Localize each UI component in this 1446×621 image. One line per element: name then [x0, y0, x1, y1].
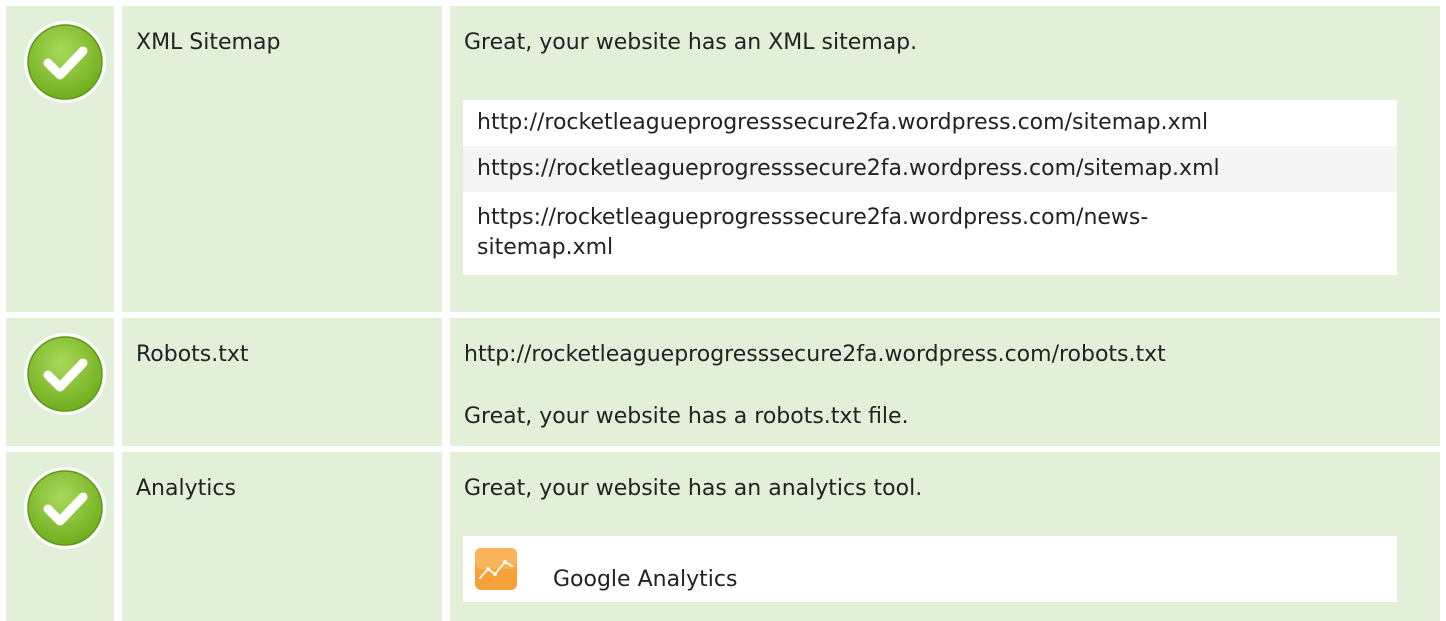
check-circle-icon	[24, 333, 106, 415]
analytics-tool-name: Google Analytics	[553, 567, 738, 592]
sitemap-url-list: http://rocketleagueprogresssecure2fa.wor…	[463, 100, 1397, 275]
check-circle-icon	[24, 21, 106, 103]
analytics-tool-item: Google Analytics	[463, 536, 1397, 602]
row-label: Robots.txt	[136, 342, 249, 367]
seo-report-table: XML Sitemap Great, your website has an X…	[0, 0, 1446, 621]
status-message: Great, your website has an XML sitemap.	[464, 30, 918, 55]
sitemap-url-link[interactable]: https://rocketleagueprogresssecure2fa.wo…	[463, 192, 1397, 275]
row-label: XML Sitemap	[136, 30, 281, 55]
status-cell	[6, 318, 114, 446]
row-label: Analytics	[136, 476, 236, 501]
report-row-xml-sitemap: XML Sitemap Great, your website has an X…	[0, 6, 1446, 312]
status-cell	[6, 6, 114, 312]
label-cell: XML Sitemap	[122, 6, 442, 312]
status-cell	[6, 452, 114, 621]
report-row-analytics: Analytics Great, your website has an ana…	[0, 452, 1446, 621]
robots-txt-url-link[interactable]: http://rocketleagueprogresssecure2fa.wor…	[464, 340, 1166, 370]
status-message: Great, your website has an analytics too…	[464, 476, 923, 501]
label-cell: Analytics	[122, 452, 442, 621]
report-row-robots-txt: Robots.txt http://rocketleagueprogressse…	[0, 318, 1446, 446]
content-cell: Great, your website has an XML sitemap. …	[450, 6, 1440, 312]
sitemap-url-link[interactable]: http://rocketleagueprogresssecure2fa.wor…	[463, 100, 1397, 146]
content-cell: Great, your website has an analytics too…	[450, 452, 1440, 621]
check-circle-icon	[24, 467, 106, 549]
label-cell: Robots.txt	[122, 318, 442, 446]
sitemap-url-link[interactable]: https://rocketleagueprogresssecure2fa.wo…	[463, 146, 1397, 192]
status-message: Great, your website has a robots.txt fil…	[464, 404, 909, 429]
content-cell: http://rocketleagueprogresssecure2fa.wor…	[450, 318, 1440, 446]
google-analytics-icon	[475, 548, 517, 590]
